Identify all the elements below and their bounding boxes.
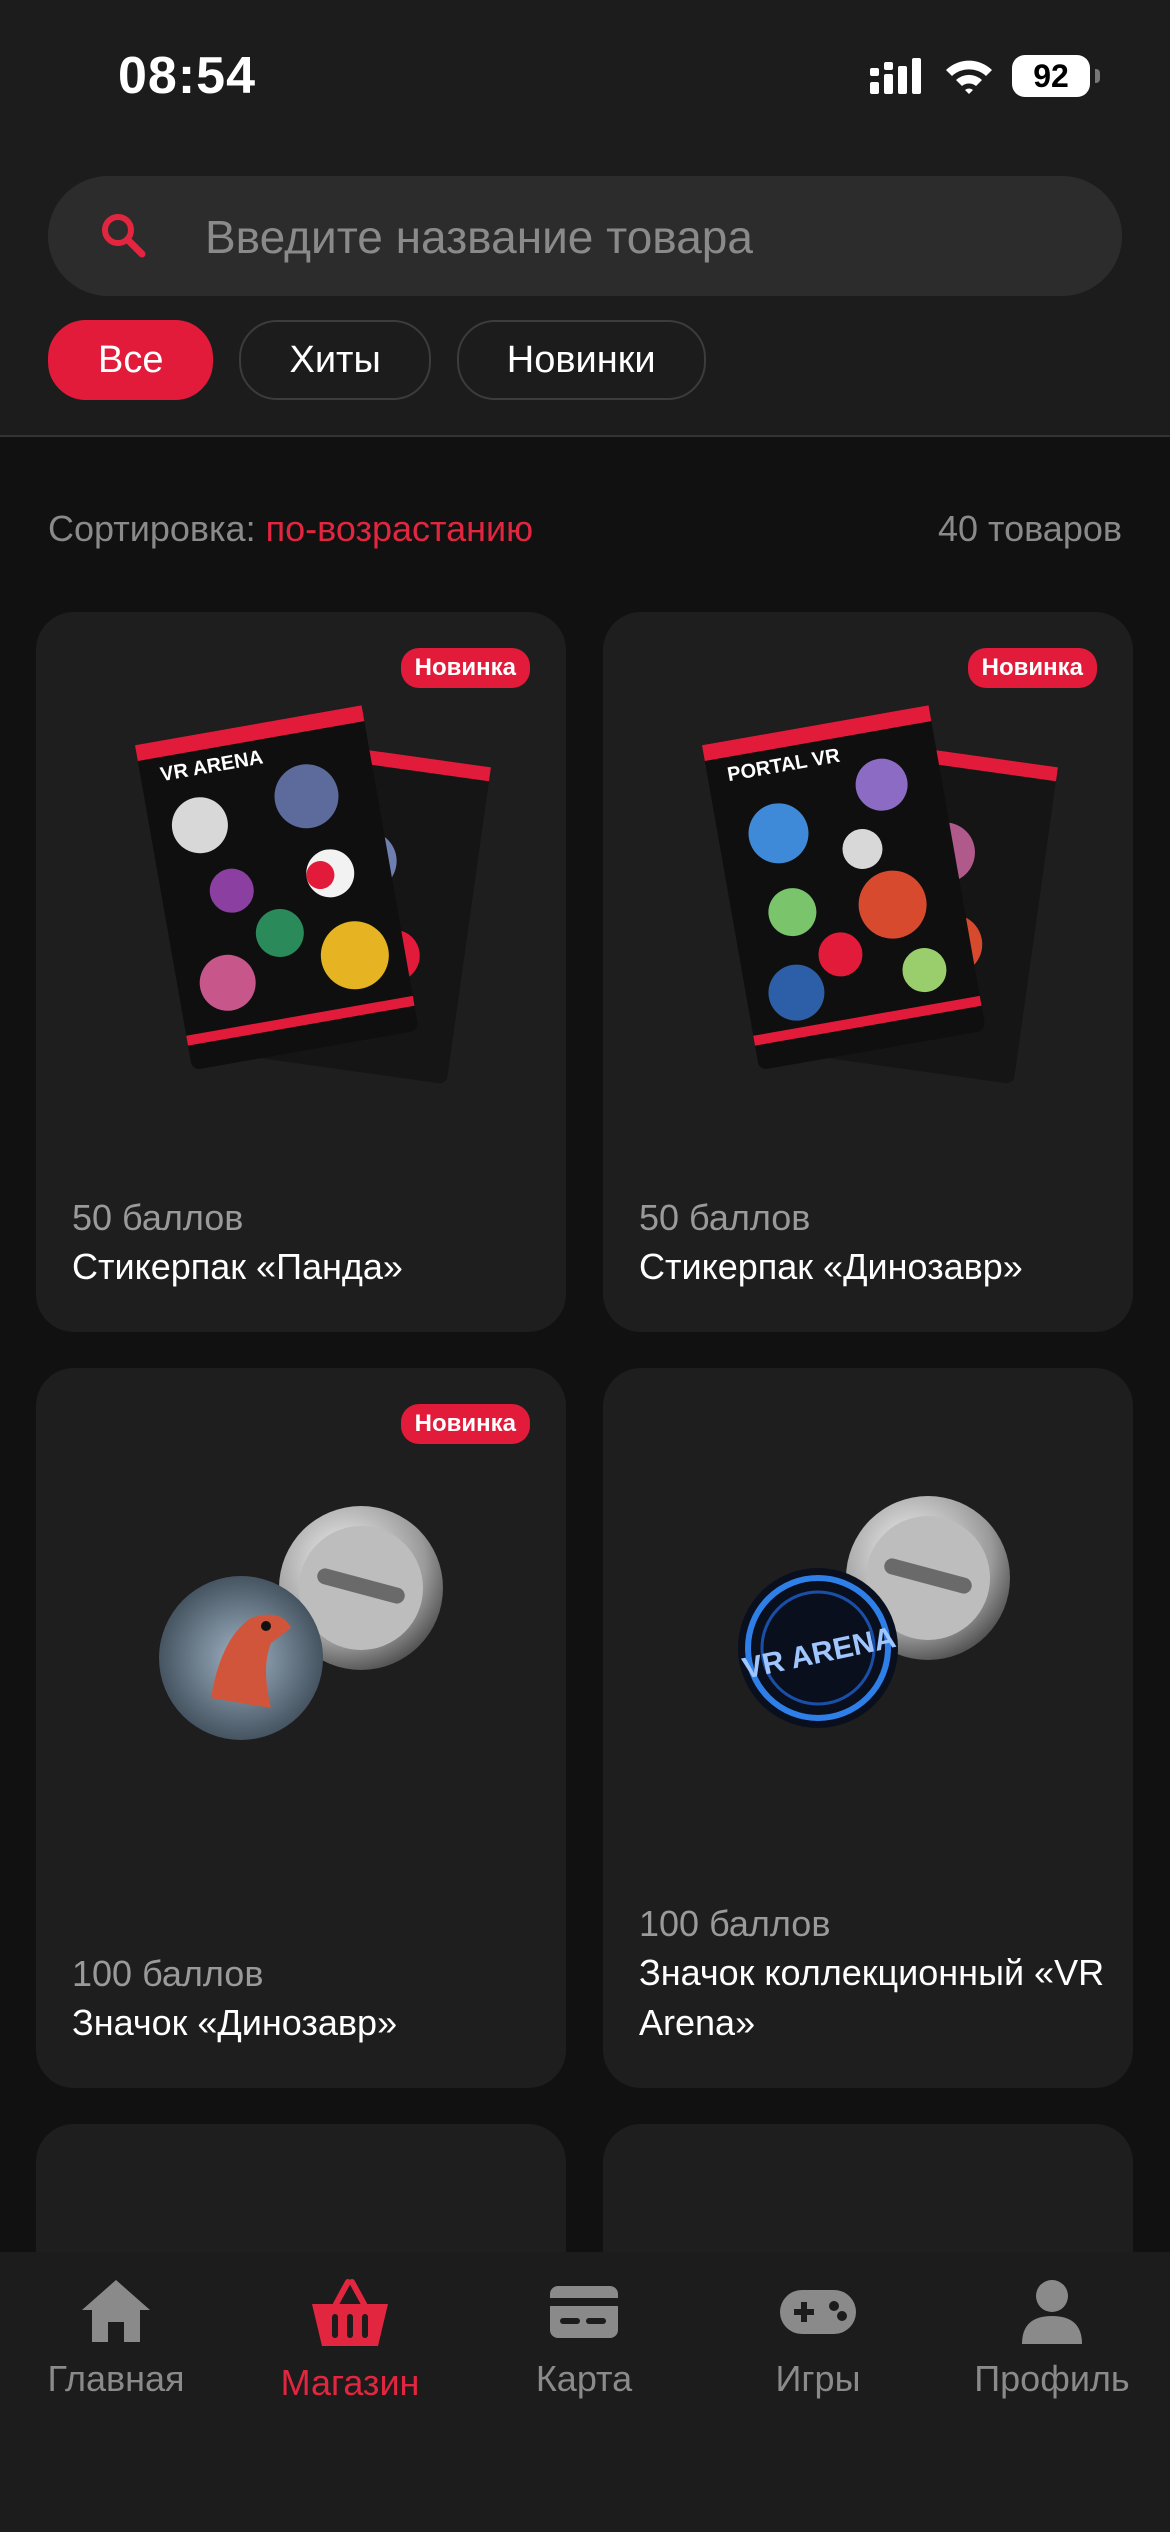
sticker-pack-image: PORTAL VR [702, 705, 1058, 1084]
tab-games[interactable]: Игры [708, 2276, 928, 2400]
tab-home[interactable]: Главная [6, 2276, 226, 2400]
status-icons: 92 [870, 52, 1100, 100]
sticker-pack-image: VR ARENA [135, 705, 491, 1084]
basket-icon [312, 2279, 388, 2346]
product-card[interactable]: Новинка 100 баллов Значок «Динозавр» [36, 1368, 566, 2088]
new-badge: Новинка [400, 1404, 530, 1444]
search-input[interactable] [203, 176, 1087, 298]
home-icon [82, 2280, 150, 2342]
product-name: Значок коллекционный «VR Arena» [639, 1952, 1105, 2043]
filter-chip-new[interactable]: Новинки [456, 320, 706, 400]
battery-level: 92 [1033, 57, 1069, 94]
tab-shop[interactable]: Магазин [240, 2276, 460, 2404]
bottom-tab-bar: Главная Магазин Карта Игры Профиль [0, 2252, 1170, 2532]
gamepad-icon [780, 2290, 856, 2334]
sort-label: Сортировка: [48, 508, 256, 549]
tab-label: Карта [535, 2358, 633, 2399]
header: 08:54 92 Все Хиты Новинки [0, 0, 1170, 437]
filter-chip-hits[interactable]: Хиты [239, 320, 431, 400]
product-price: 100 баллов [72, 1953, 264, 1994]
tab-profile[interactable]: Профиль [942, 2276, 1162, 2400]
sort-value[interactable]: по-возрастанию [266, 508, 534, 549]
wifi-icon [946, 60, 992, 94]
product-name: Стикерпак «Панда» [72, 1246, 403, 1287]
product-card[interactable]: Новинка VR ARENA 50 баллов Стикерпак «Па… [36, 612, 566, 1332]
filter-chips: Все Хиты Новинки [48, 320, 706, 400]
tab-card[interactable]: Карта [474, 2276, 694, 2400]
sort-control[interactable]: Сортировка: по-возрастанию [48, 508, 533, 550]
filter-chip-all[interactable]: Все [48, 320, 214, 400]
sort-bar: Сортировка: по-возрастанию 40 товаров [48, 508, 1122, 550]
search-bar[interactable] [48, 176, 1122, 298]
product-card[interactable]: Новинка PORTAL VR 50 баллов Стикерпак «Д… [603, 612, 1133, 1332]
product-price: 100 баллов [639, 1903, 831, 1944]
product-card[interactable]: VR ARENA 100 баллов Значок коллекционный… [603, 1368, 1133, 2088]
battery-indicator: 92 [1012, 55, 1100, 97]
tab-label: Профиль [974, 2358, 1130, 2399]
tab-label: Главная [47, 2358, 185, 2399]
product-count: 40 товаров [937, 508, 1122, 549]
product-name: Стикерпак «Динозавр» [639, 1246, 1023, 1287]
pin-badge-image [159, 1506, 443, 1740]
product-name: Значок «Динозавр» [72, 2002, 398, 2043]
product-price: 50 баллов [639, 1197, 811, 1238]
tab-label: Игры [775, 2358, 861, 2399]
pin-badge-image: VR ARENA [738, 1496, 1010, 1728]
tab-label: Магазин [280, 2362, 420, 2403]
profile-icon [1022, 2280, 1082, 2344]
card-icon [550, 2286, 618, 2338]
product-price: 50 баллов [72, 1197, 244, 1238]
status-time: 08:54 [118, 47, 256, 105]
signal-icon [870, 58, 921, 94]
search-icon [102, 214, 146, 258]
